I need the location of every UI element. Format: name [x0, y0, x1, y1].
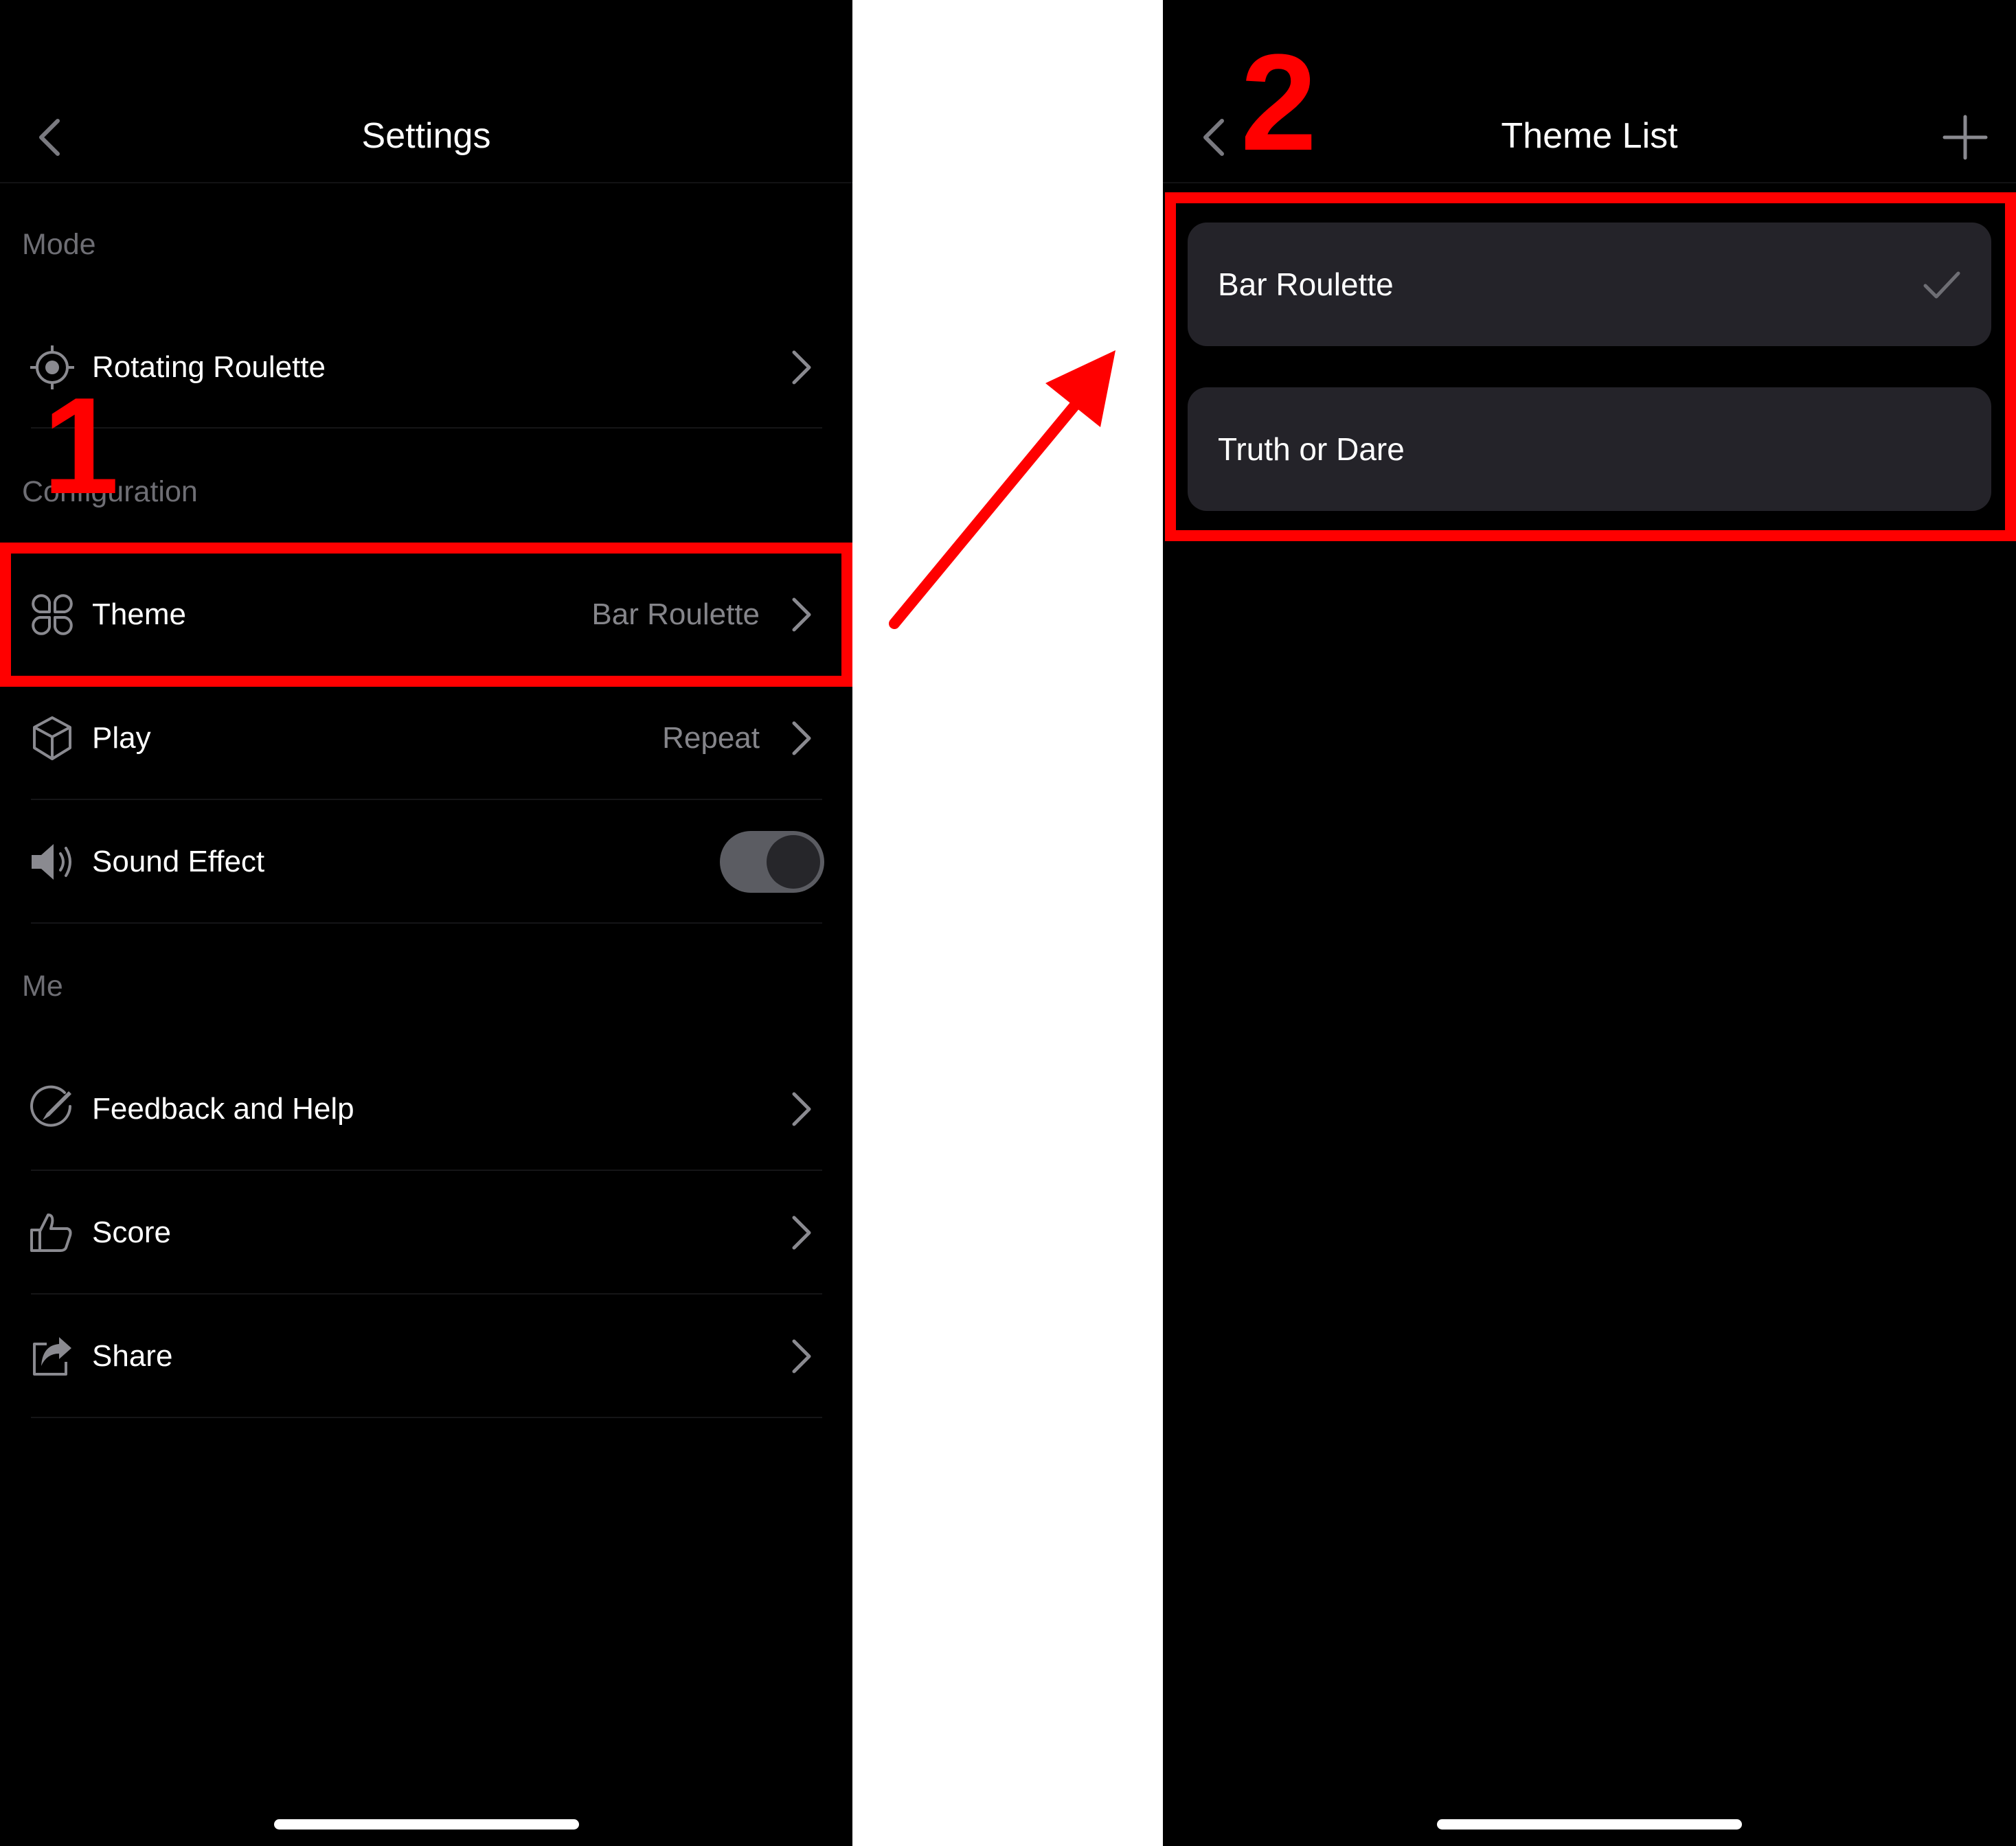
- highlight-box-theme-list: [1165, 192, 2016, 541]
- section-label-me: Me: [22, 970, 63, 1003]
- chevron-right-icon: [783, 1211, 819, 1255]
- home-indicator: [1437, 1819, 1742, 1830]
- nav-divider: [0, 182, 852, 183]
- chevron-right-icon: [783, 1334, 819, 1378]
- row-play[interactable]: Play Repeat: [0, 676, 852, 800]
- row-label: Play: [92, 721, 151, 755]
- row-sound-effect: Sound Effect: [0, 800, 852, 924]
- row-label: Sound Effect: [92, 845, 265, 878]
- settings-screen: Settings Mode Rotating Roulette Configur…: [0, 0, 852, 1846]
- step-number-2: 2: [1241, 26, 1317, 179]
- plus-icon: [1943, 115, 1988, 160]
- row-label: Score: [92, 1216, 171, 1249]
- row-share[interactable]: Share: [0, 1295, 852, 1418]
- home-indicator: [273, 1819, 579, 1830]
- nav-divider: [1163, 182, 2016, 183]
- row-rotating-roulette[interactable]: Rotating Roulette: [0, 306, 852, 429]
- row-label: Rotating Roulette: [92, 350, 326, 384]
- row-score[interactable]: Score: [0, 1171, 852, 1295]
- add-theme-button[interactable]: [1938, 110, 1993, 165]
- row-divider: [31, 1417, 822, 1418]
- highlight-box-theme-row: [0, 543, 852, 687]
- row-feedback-and-help[interactable]: Feedback and Help: [0, 1047, 852, 1171]
- row-value: Repeat: [662, 721, 760, 755]
- toggle-knob: [767, 835, 820, 889]
- sound-effect-toggle[interactable]: [720, 831, 824, 893]
- cube-icon: [26, 712, 78, 764]
- row-divider: [31, 427, 822, 429]
- section-label-mode: Mode: [22, 228, 96, 261]
- row-label: Feedback and Help: [92, 1092, 354, 1126]
- row-divider: [31, 922, 822, 924]
- row-label: Share: [92, 1339, 173, 1373]
- chevron-right-icon: [783, 345, 819, 389]
- share-icon: [26, 1330, 78, 1382]
- chevron-right-icon: [783, 1087, 819, 1131]
- thumbs-up-icon: [26, 1207, 78, 1259]
- page-title: Settings: [361, 116, 491, 156]
- speaker-icon: [26, 836, 78, 888]
- step-number-1: 1: [43, 369, 120, 523]
- chevron-right-icon: [783, 716, 819, 760]
- feedback-icon: [26, 1083, 78, 1135]
